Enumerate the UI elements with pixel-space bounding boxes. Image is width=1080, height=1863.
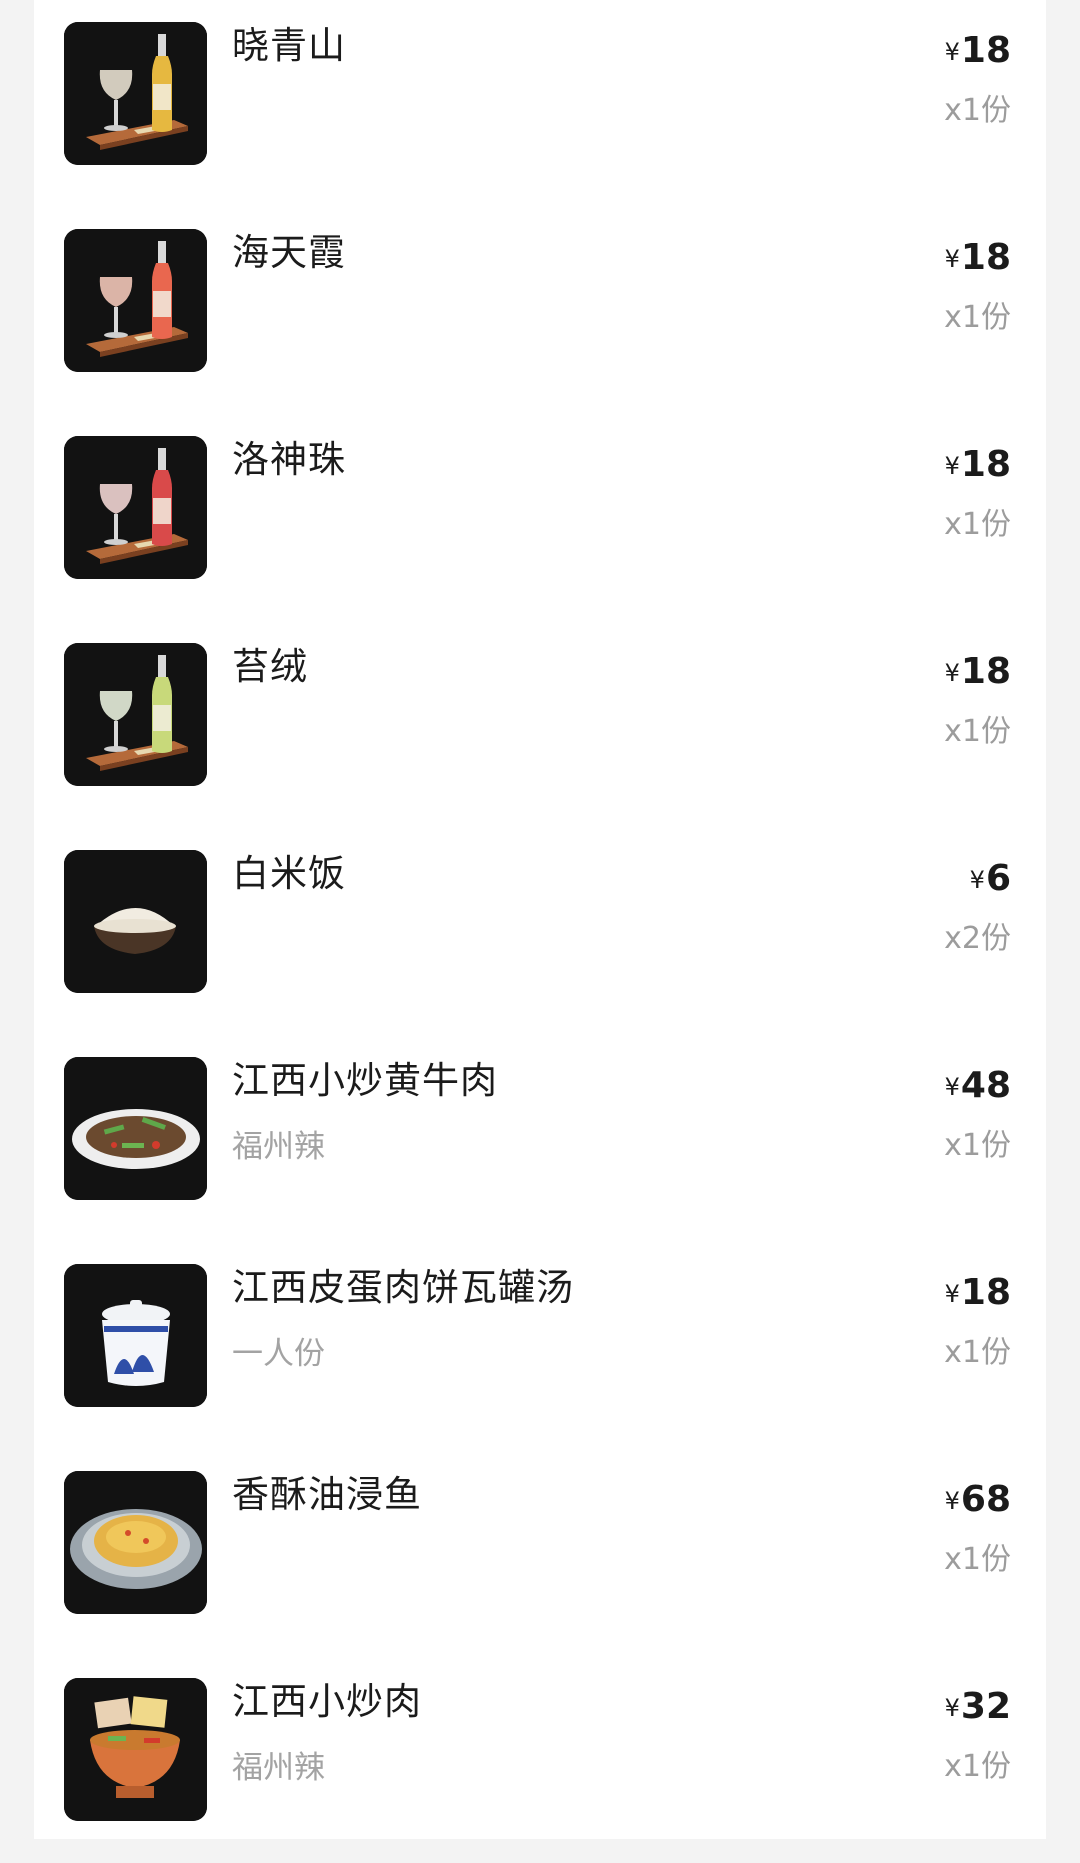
item-name: 苔绒 (232, 645, 308, 688)
price-value: 18 (960, 1272, 1011, 1313)
item-name: 海天霞 (232, 231, 346, 274)
item-spec: 一人份 (232, 1336, 325, 1372)
item-quantity: x1份 (944, 507, 1011, 542)
price-value: 68 (960, 1479, 1011, 1520)
item-name: 江西小炒黄牛肉 (232, 1059, 498, 1102)
currency-symbol: ¥ (944, 452, 960, 480)
order-item-row[interactable]: 江西小炒肉 福州辣 ¥32 x1份 (34, 1656, 1046, 1863)
currency-symbol: ¥ (944, 38, 960, 66)
item-name: 江西小炒肉 (232, 1680, 422, 1723)
item-price: ¥18 (945, 237, 1011, 278)
item-price: ¥18 (945, 651, 1011, 692)
drink-bottle-icon (64, 436, 207, 579)
rice-bowl-icon (64, 850, 207, 993)
currency-symbol: ¥ (944, 1487, 960, 1515)
item-quantity: x1份 (944, 714, 1011, 749)
order-item-row[interactable]: 海天霞 ¥18 x1份 (34, 207, 1046, 414)
item-quantity: x1份 (944, 1128, 1011, 1163)
soup-jar-icon (64, 1264, 207, 1407)
item-name: 晓青山 (232, 24, 346, 67)
item-quantity: x1份 (944, 1749, 1011, 1784)
drink-bottle-icon (64, 22, 207, 165)
price-value: 18 (960, 651, 1011, 692)
item-name: 江西皮蛋肉饼瓦罐汤 (232, 1266, 574, 1309)
currency-symbol: ¥ (969, 866, 985, 894)
item-quantity: x1份 (944, 1335, 1011, 1370)
pork-bowl-icon (64, 1678, 207, 1821)
order-item-row[interactable]: 香酥油浸鱼 ¥68 x1份 (34, 1449, 1046, 1656)
order-item-row[interactable]: 洛神珠 ¥18 x1份 (34, 414, 1046, 621)
item-price: ¥18 (945, 444, 1011, 485)
item-quantity: x2份 (944, 921, 1011, 956)
item-price: ¥6 (970, 858, 1011, 899)
item-price: ¥48 (945, 1065, 1011, 1106)
price-value: 48 (960, 1065, 1011, 1106)
item-price: ¥18 (945, 30, 1011, 71)
order-item-row[interactable]: 苔绒 ¥18 x1份 (34, 621, 1046, 828)
drink-bottle-icon (64, 229, 207, 372)
currency-symbol: ¥ (944, 1073, 960, 1101)
item-price: ¥32 (945, 1686, 1011, 1727)
item-quantity: x1份 (944, 300, 1011, 335)
currency-symbol: ¥ (944, 1694, 960, 1722)
currency-symbol: ¥ (944, 245, 960, 273)
beef-plate-icon (64, 1057, 207, 1200)
item-price: ¥68 (945, 1479, 1011, 1520)
item-name: 白米饭 (232, 852, 346, 895)
order-item-row[interactable]: 白米饭 ¥6 x2份 (34, 828, 1046, 1035)
order-item-row[interactable]: 江西小炒黄牛肉 福州辣 ¥48 x1份 (34, 1035, 1046, 1242)
price-value: 32 (960, 1686, 1011, 1727)
item-name: 洛神珠 (232, 438, 346, 481)
currency-symbol: ¥ (944, 1280, 960, 1308)
price-value: 18 (960, 30, 1011, 71)
price-value: 18 (960, 237, 1011, 278)
item-name: 香酥油浸鱼 (232, 1473, 422, 1516)
item-spec: 福州辣 (232, 1750, 325, 1786)
order-item-row[interactable]: 江西皮蛋肉饼瓦罐汤 一人份 ¥18 x1份 (34, 1242, 1046, 1449)
item-quantity: x1份 (944, 1542, 1011, 1577)
order-item-row[interactable]: 晓青山 ¥18 x1份 (34, 0, 1046, 207)
order-page: 晓青山 ¥18 x1份 海天霞 ¥18 x1份 洛神珠 ¥18 x1份 苔绒 ¥… (0, 0, 1080, 1839)
item-quantity: x1份 (944, 93, 1011, 128)
order-items-card: 晓青山 ¥18 x1份 海天霞 ¥18 x1份 洛神珠 ¥18 x1份 苔绒 ¥… (34, 0, 1046, 1839)
price-value: 6 (985, 858, 1011, 899)
drink-bottle-icon (64, 643, 207, 786)
item-price: ¥18 (945, 1272, 1011, 1313)
fish-plate-icon (64, 1471, 207, 1614)
item-spec: 福州辣 (232, 1129, 325, 1165)
currency-symbol: ¥ (944, 659, 960, 687)
price-value: 18 (960, 444, 1011, 485)
